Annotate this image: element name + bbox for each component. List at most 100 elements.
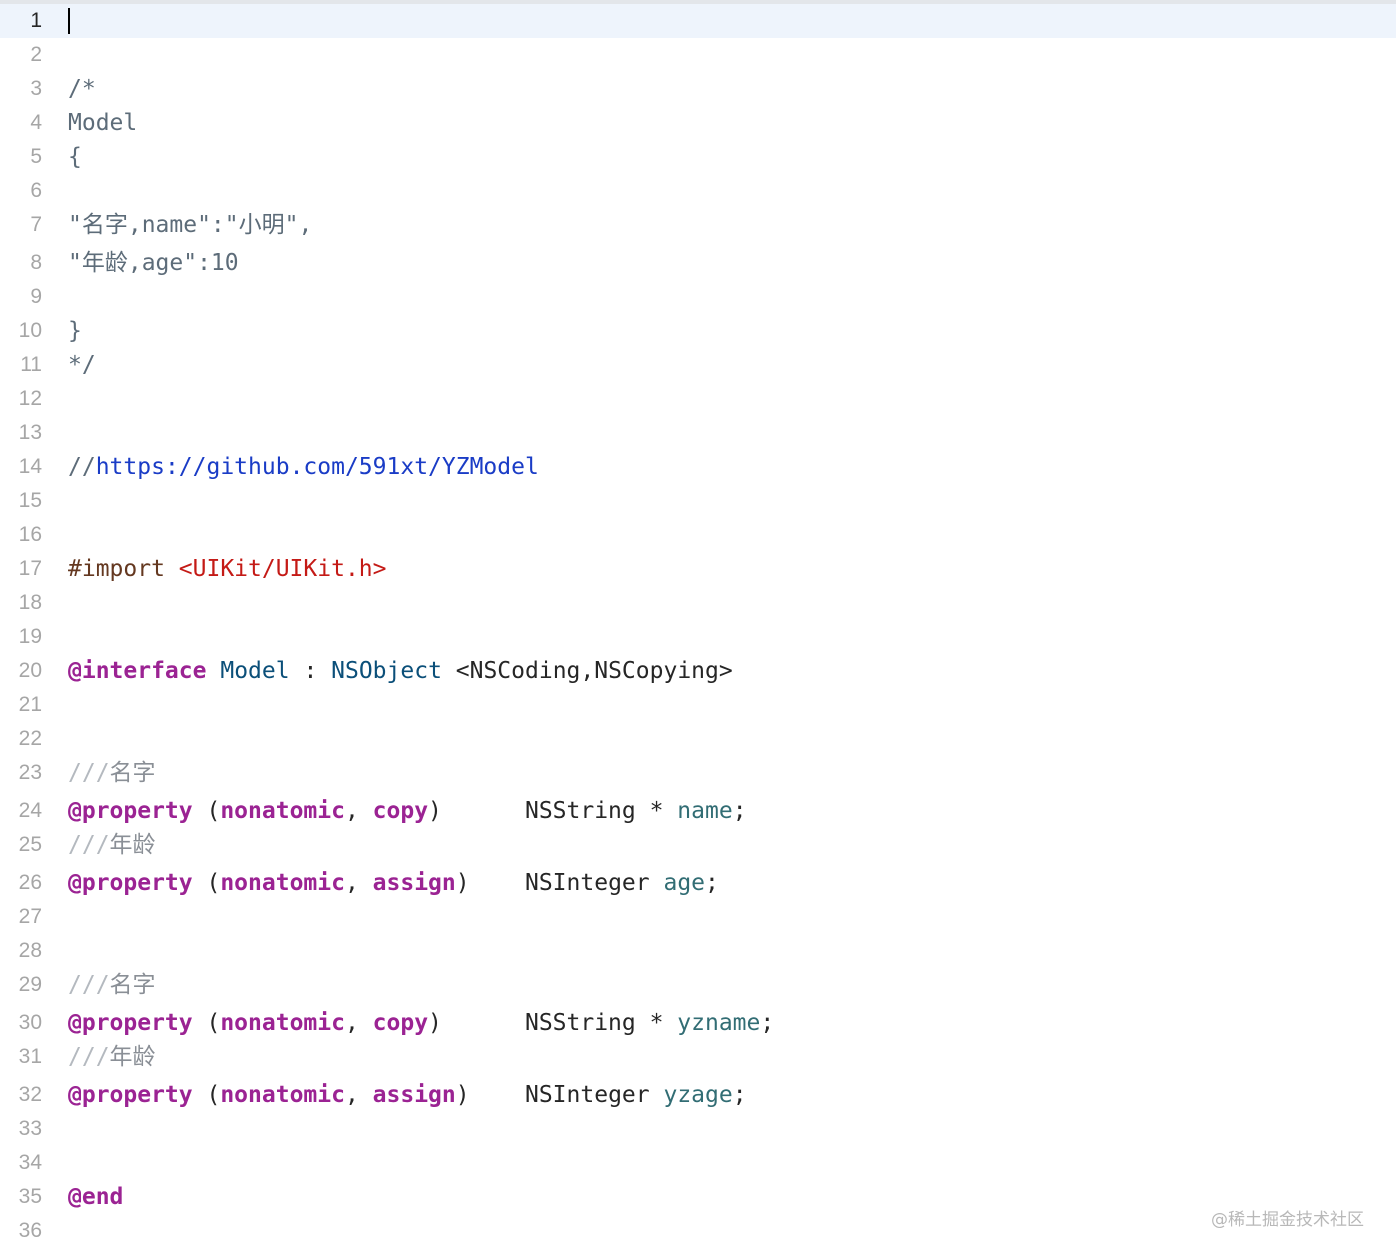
code-token: ; xyxy=(760,1010,775,1036)
code-line[interactable]: 20 @interface Model : NSObject <NSCoding,… xyxy=(0,654,1396,688)
code-text: ///年龄 xyxy=(68,828,156,862)
code-token: , xyxy=(344,1010,373,1036)
code-line[interactable]: 30 @property (nonatomic, copy) NSString *… xyxy=(0,1006,1396,1040)
code-token: /// xyxy=(68,832,110,858)
code-line[interactable]: 23 ///名字 xyxy=(0,756,1396,790)
line-number: 26 xyxy=(18,871,42,894)
code-line[interactable]: 6 xyxy=(0,174,1396,208)
code-line[interactable]: 9 xyxy=(0,280,1396,314)
code-line[interactable]: 13 xyxy=(0,416,1396,450)
line-number: 22 xyxy=(18,727,42,750)
code-token: name xyxy=(677,798,733,824)
code-token: , xyxy=(344,798,373,824)
code-token: NSObject xyxy=(331,658,442,684)
line-number: 9 xyxy=(30,285,42,308)
code-line[interactable]: 28 xyxy=(0,934,1396,968)
code-line[interactable]: 33 xyxy=(0,1112,1396,1146)
line-number: 20 xyxy=(18,659,42,682)
code-token: Model xyxy=(68,110,138,136)
code-line[interactable]: 26 @property (nonatomic, assign) NSIntege… xyxy=(0,866,1396,900)
code-line[interactable]: 36 xyxy=(0,1214,1396,1248)
code-token: @property xyxy=(68,1082,193,1108)
code-line[interactable]: 15 xyxy=(0,484,1396,518)
code-token: /// xyxy=(68,1044,110,1070)
code-token: ( xyxy=(192,870,221,896)
code-text: */ xyxy=(68,348,96,382)
code-line[interactable]: 16 xyxy=(0,518,1396,552)
code-line[interactable]: 10} xyxy=(0,314,1396,348)
code-token: { xyxy=(68,144,82,170)
line-number: 36 xyxy=(18,1219,42,1242)
code-token: , xyxy=(344,1082,373,1108)
code-token: nonatomic xyxy=(220,1010,345,1036)
code-line[interactable]: 2 xyxy=(0,38,1396,72)
code-token: /// xyxy=(68,972,110,998)
code-line[interactable]: 5{ xyxy=(0,140,1396,174)
code-line[interactable]: 17 #import <UIKit/UIKit.h> xyxy=(0,552,1396,586)
code-line[interactable]: 12 xyxy=(0,382,1396,416)
line-number: 27 xyxy=(18,905,42,928)
code-token: @property xyxy=(68,1010,193,1036)
line-number: 6 xyxy=(30,179,42,202)
line-number: 19 xyxy=(18,625,42,648)
code-token: nonatomic xyxy=(220,870,345,896)
code-line[interactable]: 18 xyxy=(0,586,1396,620)
code-line[interactable]: 3 /* xyxy=(0,72,1396,106)
code-token: nonatomic xyxy=(220,1082,345,1108)
line-number: 34 xyxy=(18,1151,42,1174)
code-line[interactable]: 27 xyxy=(0,900,1396,934)
code-line[interactable]: 29 ///名字 xyxy=(0,968,1396,1002)
code-token: age xyxy=(663,870,706,896)
code-line[interactable]: 1 xyxy=(0,4,1396,38)
line-number: 18 xyxy=(18,591,42,614)
code-line[interactable]: 7 "名字,name":"小明", xyxy=(0,208,1396,242)
code-token: // xyxy=(68,454,96,480)
code-token: assign xyxy=(372,870,456,896)
code-token: @property xyxy=(68,798,193,824)
code-line[interactable]: 35 @end xyxy=(0,1180,1396,1214)
code-token: <UIKit/UIKit.h> xyxy=(178,556,387,582)
code-token: @property xyxy=(68,870,193,896)
line-number: 23 xyxy=(18,761,42,784)
line-number: 35 xyxy=(18,1185,42,1208)
code-line[interactable]: 22 xyxy=(0,722,1396,756)
code-token: "年龄,age":10 xyxy=(68,250,239,276)
code-token: ) NSString * xyxy=(428,798,678,824)
code-line[interactable]: 19 xyxy=(0,620,1396,654)
line-number: 10 xyxy=(18,319,42,342)
code-token: 年龄 xyxy=(109,832,156,858)
code-text: } xyxy=(68,314,82,348)
code-line[interactable]: 34 xyxy=(0,1146,1396,1180)
code-token: 名字 xyxy=(109,760,156,786)
code-token: /// xyxy=(68,760,110,786)
code-line[interactable]: 25 ///年龄 xyxy=(0,828,1396,862)
code-text: #import <UIKit/UIKit.h> xyxy=(68,552,387,586)
code-line[interactable]: 21 xyxy=(0,688,1396,722)
code-line[interactable]: 11 */ xyxy=(0,348,1396,382)
line-number: 24 xyxy=(18,799,42,822)
line-number: 14 xyxy=(18,455,42,478)
code-token: yzage xyxy=(663,1082,733,1108)
code-token: 名字 xyxy=(109,972,156,998)
code-text: { xyxy=(68,140,82,174)
code-line[interactable]: 31 ///年龄 xyxy=(0,1040,1396,1074)
code-text: @property (nonatomic, assign) NSInteger … xyxy=(68,866,719,900)
code-token: ; xyxy=(732,1082,747,1108)
line-number: 31 xyxy=(18,1045,42,1068)
code-line[interactable]: 14 //https://github.com/591xt/YZModel xyxy=(0,450,1396,484)
code-token: } xyxy=(68,318,82,344)
code-token: assign xyxy=(372,1082,456,1108)
code-token: ; xyxy=(705,870,719,896)
line-number: 17 xyxy=(18,557,42,580)
code-line[interactable]: 24 @property (nonatomic, copy) NSString *… xyxy=(0,794,1396,828)
code-token: ) NSInteger xyxy=(455,870,664,896)
code-token: ) NSString * xyxy=(428,1010,678,1036)
code-line[interactable]: 32 @property (nonatomic, assign) NSIntege… xyxy=(0,1078,1396,1112)
line-number: 21 xyxy=(18,693,42,716)
code-token: @interface xyxy=(68,658,207,684)
code-token: @end xyxy=(68,1184,124,1210)
code-line[interactable]: 4 Model xyxy=(0,106,1396,140)
line-number: 33 xyxy=(18,1117,42,1140)
code-token: https://github.com/591xt/YZModel xyxy=(95,454,539,480)
code-line[interactable]: 8 "年龄,age":10 xyxy=(0,246,1396,280)
